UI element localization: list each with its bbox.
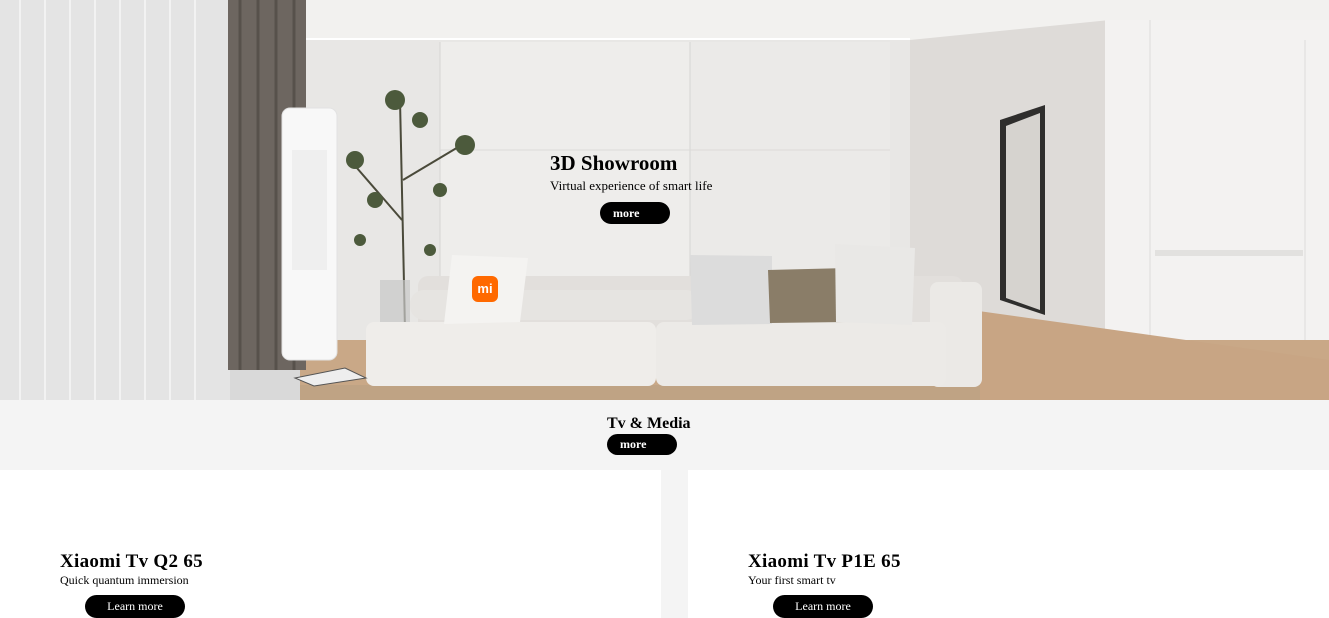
product-card-tv-q2[interactable]: Xiaomi Tv Q2 65 Quick quantum immersion … bbox=[0, 470, 661, 618]
hero-title: 3D Showroom bbox=[550, 151, 678, 175]
learn-more-button[interactable]: Learn more bbox=[85, 595, 185, 618]
hero-room-image bbox=[0, 0, 1329, 400]
category-title: Tv & Media bbox=[607, 415, 691, 432]
hero-text: 3D Showroom Virtual experience of smart … bbox=[550, 150, 713, 224]
hero-subtitle: Virtual experience of smart life bbox=[550, 178, 713, 193]
product-tagline: Your first smart tv bbox=[748, 573, 836, 587]
product-card-tv-p1e[interactable]: Xiaomi Tv P1E 65 Your first smart tv Lea… bbox=[688, 470, 1329, 618]
category-more-button[interactable]: more bbox=[607, 434, 677, 455]
mi-logo-text: mi bbox=[477, 281, 493, 296]
hero-more-button[interactable]: more bbox=[600, 202, 670, 224]
product-tagline: Quick quantum immersion bbox=[60, 573, 189, 587]
product-name: Xiaomi Tv Q2 65 bbox=[60, 551, 203, 572]
category-tv-media: Tv & Media more bbox=[0, 400, 1329, 470]
mi-logo: mi bbox=[472, 276, 498, 302]
learn-more-button[interactable]: Learn more bbox=[773, 595, 873, 618]
product-name: Xiaomi Tv P1E 65 bbox=[748, 551, 901, 572]
hero-banner: mi 3D Showroom Virtual experience of sma… bbox=[0, 0, 1329, 400]
